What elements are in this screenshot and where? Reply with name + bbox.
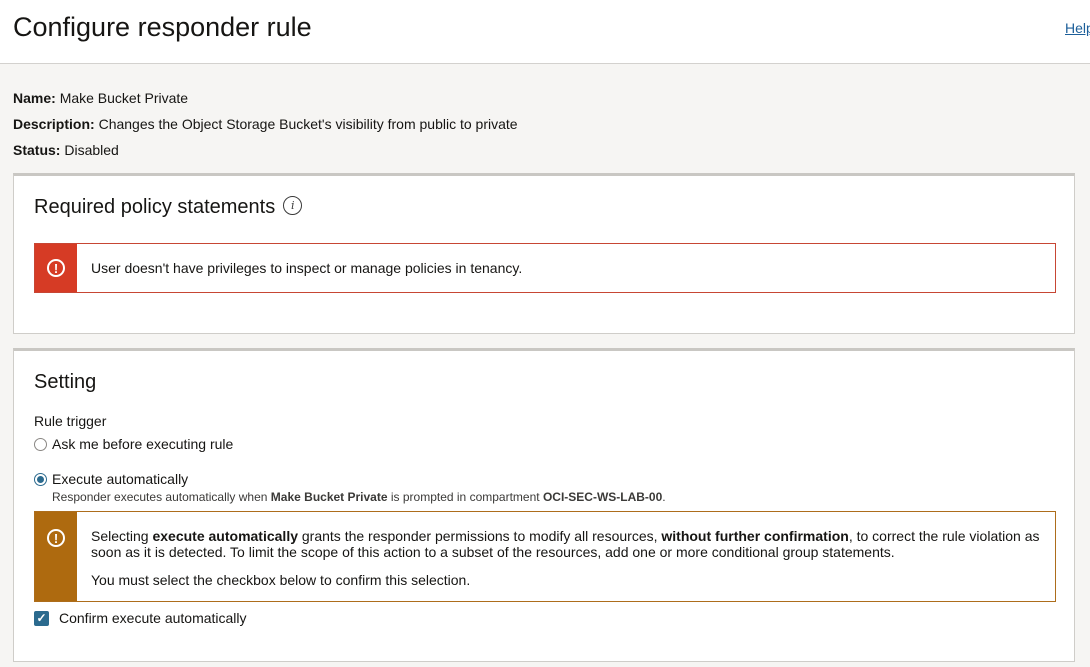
setting-title: Setting [34, 371, 97, 393]
confirm-checkbox-row[interactable]: ✓ Confirm execute automatically [34, 610, 247, 626]
warning-text: Selecting execute automatically grants t… [77, 512, 1055, 601]
warning-strip: ! [35, 512, 77, 601]
radio-execute-auto[interactable]: Execute automatically [34, 471, 188, 487]
rule-name: Name: Make Bucket Private [13, 90, 188, 106]
policy-card: Required policy statements i ! User doesn… [13, 173, 1075, 334]
warning-paragraph-1: Selecting execute automatically grants t… [91, 528, 1041, 560]
page-title: Configure responder rule [13, 12, 312, 42]
name-label: Name: [13, 90, 56, 106]
rule-trigger-label: Rule trigger [34, 413, 107, 429]
radio-ask-me-control[interactable] [34, 437, 47, 451]
confirm-label: Confirm execute automatically [59, 610, 247, 626]
confirm-checkbox[interactable]: ✓ [34, 610, 49, 626]
page-header: Configure responder rule Help [0, 0, 1090, 64]
error-banner: ! User doesn't have privileges to inspec… [34, 243, 1056, 293]
radio-execute-auto-control[interactable] [34, 472, 47, 486]
warning-icon: ! [47, 529, 65, 547]
status-value: Disabled [64, 142, 119, 158]
description-label: Description: [13, 116, 95, 132]
policy-title-text: Required policy statements [34, 196, 276, 218]
error-icon: ! [47, 259, 65, 277]
help-prefix: Responder executes automatically when [52, 490, 271, 504]
warning-text-a: Selecting [91, 528, 153, 544]
radio-ask-me[interactable]: Ask me before executing rule [34, 436, 233, 452]
help-middle: is prompted in compartment [387, 490, 543, 504]
status-label: Status: [13, 142, 61, 158]
help-compartment: OCI-SEC-WS-LAB-00 [542, 490, 663, 504]
help-rule: Make Bucket Private [270, 490, 388, 504]
warning-text-c: grants the responder permissions to modi… [298, 528, 662, 544]
info-icon[interactable]: i [283, 196, 303, 216]
error-strip: ! [35, 244, 77, 292]
warning-text-b: execute automatically [152, 528, 298, 544]
description-value: Changes the Object Storage Bucket's visi… [98, 116, 518, 132]
warning-text-d: without further confirmation [661, 528, 849, 544]
warning-paragraph-2: You must select the checkbox below to co… [91, 572, 471, 588]
rule-status: Status: Disabled [13, 142, 119, 158]
policy-title: Required policy statements i [34, 196, 303, 219]
rule-description: Description: Changes the Object Storage … [13, 116, 518, 132]
error-message: User doesn't have privileges to inspect … [91, 260, 523, 276]
help-suffix: . [662, 490, 666, 504]
setting-card: Setting Rule trigger Ask me before execu… [13, 348, 1075, 662]
name-value: Make Bucket Private [59, 90, 189, 106]
radio-ask-me-label: Ask me before executing rule [52, 436, 234, 452]
radio-execute-auto-label: Execute automatically [52, 471, 189, 487]
help-link[interactable]: Help [1065, 20, 1090, 36]
execute-auto-help: Responder executes automatically when Ma… [52, 490, 666, 504]
warning-banner: ! Selecting execute automatically grants… [34, 511, 1056, 602]
